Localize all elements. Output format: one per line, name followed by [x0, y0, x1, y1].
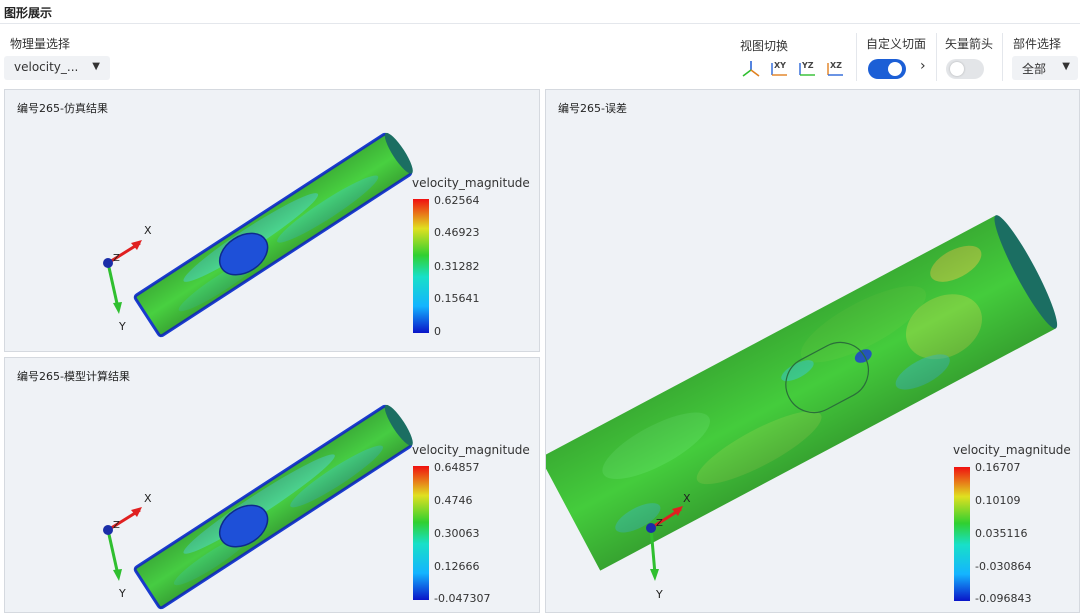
- colorbar-tick: 0.46923: [434, 226, 480, 239]
- error-panel[interactable]: 编号265-误差 X Y Z velocity_magnitude 0.1670…: [545, 89, 1080, 613]
- view-switch-label: 视图切换: [740, 39, 789, 53]
- axis-y-label: Y: [118, 587, 126, 600]
- part-select-label: 部件选择: [1013, 37, 1062, 51]
- axis-y-label: Y: [655, 588, 663, 601]
- colorbar-tick: 0.62564: [434, 194, 480, 207]
- colorbar-tick: 0.035116: [975, 527, 1028, 540]
- simulation-viewport[interactable]: X Y Z: [5, 90, 540, 352]
- colorbar-tick: -0.047307: [434, 592, 491, 605]
- colorbar-tick: 0.16707: [975, 461, 1021, 474]
- colorbar-title: velocity_magnitude: [412, 176, 530, 190]
- xy-view-icon[interactable]: XY: [769, 59, 789, 79]
- colorbar-tick: 0.31282: [434, 260, 480, 273]
- vector-arrow-toggle[interactable]: [946, 59, 984, 79]
- physical-quantity-select[interactable]: velocity_... ▼: [4, 56, 110, 80]
- divider: [1002, 33, 1003, 81]
- simulation-result-panel[interactable]: 编号265-仿真结果 X Y Z velocity_magnitude 0.62…: [4, 89, 540, 352]
- colorbar-tick: 0.10109: [975, 494, 1021, 507]
- part-select[interactable]: 全部 ▼: [1012, 56, 1078, 80]
- physical-quantity-label: 物理量选择: [10, 37, 71, 51]
- colorbar-tick: 0.30063: [434, 527, 480, 540]
- custom-section-toggle[interactable]: [868, 59, 906, 79]
- colorbar-tick: 0: [434, 325, 441, 338]
- chevron-down-icon: ▼: [1062, 61, 1070, 72]
- axis-z-label: Z: [113, 253, 120, 264]
- xz-view-icon[interactable]: XZ: [825, 59, 845, 79]
- colorbar-tick: 0.4746: [434, 494, 473, 507]
- colorbar-title: velocity_magnitude: [412, 443, 530, 457]
- model-viewport[interactable]: X Y Z: [5, 358, 540, 613]
- axis-y-label: Y: [118, 320, 126, 333]
- colorbar-title: velocity_magnitude: [953, 443, 1071, 457]
- part-select-value: 全部: [1022, 62, 1047, 76]
- app-title: 图形展示: [4, 6, 53, 20]
- axis-x-label: X: [683, 492, 691, 505]
- iso-axes-icon[interactable]: [741, 59, 761, 79]
- colorbar-tick: -0.096843: [975, 592, 1032, 605]
- colorbar-tick: 0.64857: [434, 461, 480, 474]
- colorbar-tick: 0.15641: [434, 292, 480, 305]
- yz-view-icon[interactable]: YZ: [797, 59, 817, 79]
- colorbar: [954, 467, 970, 601]
- colorbar: [413, 466, 429, 600]
- axis-triad: X Y Z: [103, 224, 152, 333]
- yz-view-label: YZ: [802, 61, 814, 70]
- axis-z-label: Z: [113, 520, 120, 531]
- expand-arrow-icon[interactable]: ›: [920, 58, 926, 74]
- axis-x-label: X: [144, 492, 152, 505]
- chevron-down-icon: ▼: [92, 61, 100, 72]
- physical-quantity-value: velocity_...: [14, 60, 79, 74]
- colorbar: [413, 199, 429, 333]
- custom-section-label: 自定义切面: [866, 37, 927, 51]
- xz-view-label: XZ: [830, 61, 842, 70]
- divider: [936, 33, 937, 81]
- colorbar-tick: -0.030864: [975, 560, 1032, 573]
- divider: [856, 33, 857, 81]
- colorbar-tick: 0.12666: [434, 560, 480, 573]
- vector-arrow-label: 矢量箭头: [945, 37, 994, 51]
- control-toolbar: 物理量选择 velocity_... ▼ 视图切换 XY YZ XZ 自定义切面…: [0, 25, 1080, 87]
- axis-z-label: Z: [656, 518, 663, 529]
- axis-x-label: X: [144, 224, 152, 237]
- title-bar: 图形展示: [0, 0, 1080, 24]
- model-result-panel[interactable]: 编号265-模型计算结果 X Y Z velocity_magnitude 0.…: [4, 357, 540, 613]
- xy-view-label: XY: [774, 61, 786, 70]
